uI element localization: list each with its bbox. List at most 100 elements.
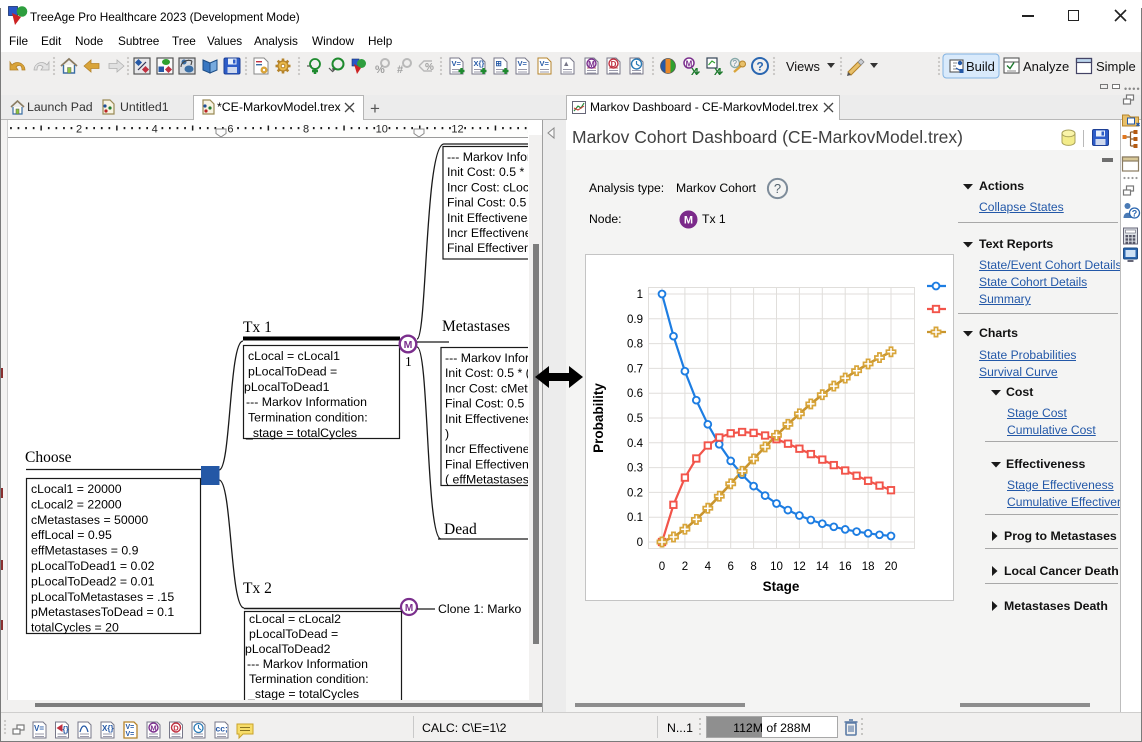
svg-text:%: % <box>375 64 385 76</box>
svg-text:pLocalToDead1 = 0.02: pLocalToDead1 = 0.02 <box>31 559 155 573</box>
svg-text:18: 18 <box>862 561 875 573</box>
svg-text:cLocal2 = 22000: cLocal2 = 22000 <box>31 497 122 511</box>
svg-text:0.4: 0.4 <box>627 438 644 450</box>
svg-text:4: 4 <box>705 561 712 573</box>
svg-text:0.3: 0.3 <box>627 463 643 475</box>
svg-text:0.5: 0.5 <box>627 413 643 425</box>
svg-text:D: D <box>611 60 617 69</box>
svg-text:D: D <box>173 724 179 733</box>
svg-text:X{}: X{} <box>474 59 485 68</box>
svg-text:20: 20 <box>885 561 898 573</box>
svg-text:V=: V= <box>126 731 135 738</box>
svg-text:0: 0 <box>659 561 665 573</box>
svg-text:totalCycles = 20: totalCycles = 20 <box>31 621 119 635</box>
svg-text:Termination condition:: Termination condition: <box>248 411 368 425</box>
svg-text:pLocalToDead2: pLocalToDead2 <box>245 642 331 656</box>
svg-text:--- Markov Information: --- Markov Information <box>247 657 368 671</box>
svg-text:cLocal1 = 20000: cLocal1 = 20000 <box>31 482 122 496</box>
svg-text:?: ? <box>756 60 763 74</box>
svg-text:cLocal = cLocal2: cLocal = cLocal2 <box>249 612 341 626</box>
svg-text:V=: V= <box>126 724 135 731</box>
svg-text:Final Cost: 0.5: Final Cost: 0.5 <box>445 397 524 411</box>
svg-text:%: % <box>425 62 434 73</box>
svg-text:M: M <box>150 724 156 733</box>
svg-text:effLocal = 0.95: effLocal = 0.95 <box>31 528 112 542</box>
svg-text:V=: V= <box>540 59 550 68</box>
svg-text:pLocalToDead =: pLocalToDead = <box>249 627 338 641</box>
svg-text:M: M <box>405 603 413 614</box>
svg-text:16: 16 <box>839 561 852 573</box>
svg-text:{}: {} <box>63 725 69 734</box>
svg-text:--- Markov Information: --- Markov Information <box>246 395 367 409</box>
svg-text:cc;: cc; <box>216 724 228 734</box>
svg-text:Analyze: Analyze <box>1023 59 1069 74</box>
svg-text:2: 2 <box>682 561 688 573</box>
svg-text:Views: Views <box>786 59 820 74</box>
svg-text:12: 12 <box>793 561 806 573</box>
svg-text:( effMetastases: ( effMetastases <box>445 473 528 487</box>
svg-text:0.7: 0.7 <box>627 363 643 375</box>
svg-text:▲: ▲ <box>563 59 570 68</box>
svg-text:M: M <box>404 339 413 351</box>
svg-text:effMetastases = 0.9: effMetastases = 0.9 <box>31 544 139 558</box>
svg-text:0.6: 0.6 <box>627 388 643 400</box>
svg-text:--- Markov Inform: --- Markov Inform <box>447 150 528 164</box>
svg-text:V=: V= <box>518 59 528 68</box>
svg-text:V=: V= <box>34 724 44 733</box>
svg-text:0.8: 0.8 <box>627 339 643 351</box>
svg-text:?: ? <box>733 59 738 68</box>
svg-text:cLocal = cLocal1: cLocal = cLocal1 <box>248 349 340 363</box>
svg-text:0.2: 0.2 <box>627 487 643 499</box>
svg-text:8: 8 <box>303 124 309 136</box>
svg-text:): ) <box>445 427 449 441</box>
svg-text:Termination condition:: Termination condition: <box>249 672 369 686</box>
svg-text:Tx 1: Tx 1 <box>243 319 272 336</box>
svg-text:Final Cost: 0.5: Final Cost: 0.5 <box>447 196 526 210</box>
svg-text:Simple: Simple <box>1096 59 1136 74</box>
svg-text:pLocalToDead =: pLocalToDead = <box>248 364 337 378</box>
svg-text:Dead: Dead <box>444 521 477 538</box>
svg-text:_stage = totalCycles: _stage = totalCycles <box>245 426 357 440</box>
svg-text:8: 8 <box>750 561 756 573</box>
svg-text:Probability: Probability <box>591 383 606 453</box>
svg-text:_stage = totalCycles: _stage = totalCycles <box>247 687 359 700</box>
svg-text:6: 6 <box>227 124 233 136</box>
svg-text:1: 1 <box>637 289 643 301</box>
svg-text:?: ? <box>1132 209 1138 219</box>
svg-text:Incr Cost: cLoca: Incr Cost: cLoca <box>447 180 528 194</box>
svg-text:pLocalToDead1: pLocalToDead1 <box>244 380 330 394</box>
svg-text:Final Effectiven: Final Effectiven <box>447 241 528 255</box>
svg-text:2: 2 <box>76 124 82 136</box>
svg-text:Choose: Choose <box>25 449 72 466</box>
svg-text:#: # <box>397 64 403 76</box>
svg-text:Metastases: Metastases <box>442 318 510 335</box>
svg-text:V=: V= <box>452 59 462 68</box>
svg-text:cMetastases = 50000: cMetastases = 50000 <box>31 513 148 527</box>
svg-text:pLocalToMetastases = .15: pLocalToMetastases = .15 <box>31 590 174 604</box>
svg-text:1: 1 <box>405 354 412 369</box>
svg-text:6: 6 <box>727 561 733 573</box>
svg-text:--- Markov Inform: --- Markov Inform <box>445 351 528 365</box>
svg-text:14: 14 <box>527 124 528 136</box>
svg-text:10: 10 <box>770 561 783 573</box>
svg-text:Build: Build <box>966 59 995 74</box>
svg-text:M: M <box>684 215 693 227</box>
svg-text:X{}: X{} <box>102 724 114 733</box>
svg-text:Tx 2: Tx 2 <box>243 580 272 597</box>
svg-text:⊞: ⊞ <box>496 59 503 68</box>
svg-text:12: 12 <box>451 124 463 136</box>
svg-text:Final Effectiven: Final Effectiven <box>445 457 528 471</box>
svg-text:10: 10 <box>376 124 388 136</box>
svg-text:0.1: 0.1 <box>627 512 643 524</box>
svg-text:Init Cost: 0.5 * (: Init Cost: 0.5 * ( <box>447 165 528 179</box>
svg-text:Init Effectivenes: Init Effectivenes <box>445 412 528 426</box>
svg-text:M: M <box>588 60 595 69</box>
svg-text:Incr Effectivene: Incr Effectivene <box>447 226 528 240</box>
svg-text:Init Effectivenes: Init Effectivenes <box>447 211 528 225</box>
svg-text:Incr Effectivene: Incr Effectivene <box>445 442 528 456</box>
svg-text:4: 4 <box>152 124 158 136</box>
svg-text:pMetastasesToDead = 0.1: pMetastasesToDead = 0.1 <box>31 605 174 619</box>
svg-text:Incr Cost: cMeta: Incr Cost: cMeta <box>445 381 528 395</box>
svg-text:14: 14 <box>816 561 829 573</box>
svg-text:Stage: Stage <box>763 579 800 594</box>
